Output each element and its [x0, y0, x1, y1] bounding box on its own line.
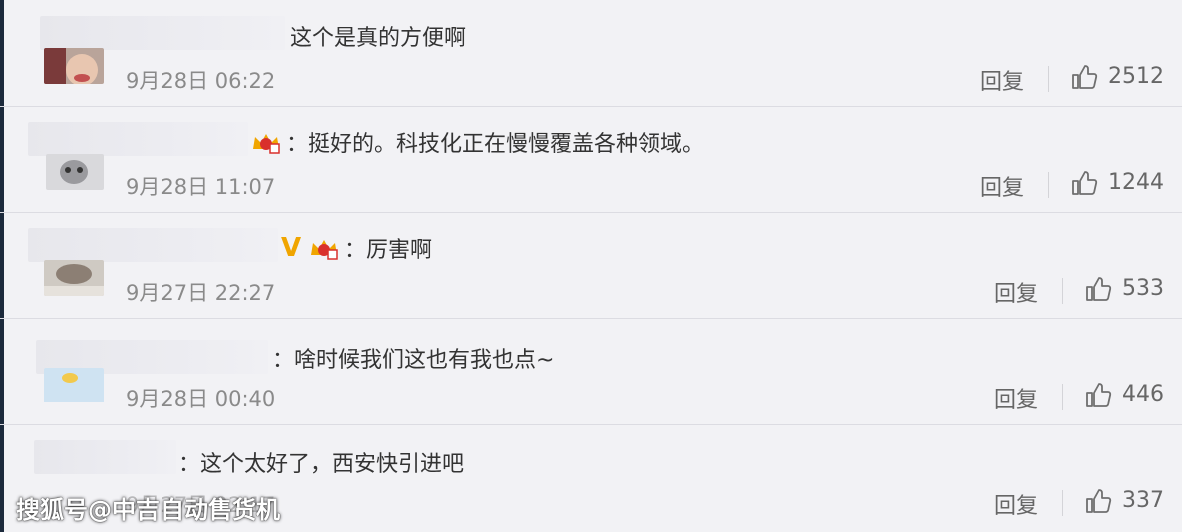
comment-item: ：挺好的。科技化正在慢慢覆盖各种领域。 9月28日 11:07 回复 1244 [0, 106, 1182, 213]
divider [1048, 66, 1049, 92]
thumbs-up-icon[interactable] [1084, 487, 1112, 515]
reply-button[interactable]: 回复 [994, 276, 1038, 308]
avatar[interactable] [44, 48, 104, 84]
comment-text-row: 这个是真的方便啊 [290, 20, 466, 52]
reply-button[interactable]: 回复 [980, 64, 1024, 96]
divider [1062, 384, 1063, 410]
comment-text: ：这个太好了，西安快引进吧 [178, 452, 465, 477]
comment-text: ：挺好的。科技化正在慢慢覆盖各种领域。 [286, 132, 705, 157]
watermark: 搜狐号@中吉自动售货机 [16, 496, 280, 524]
like-count: 1244 [1108, 170, 1164, 195]
divider [1048, 172, 1049, 198]
thumbs-up-icon[interactable] [1070, 63, 1098, 91]
like-count: 533 [1122, 276, 1164, 301]
comment-text: ：厉害啊 [344, 238, 433, 263]
comment-item: 这个是真的方便啊 9月28日 06:22 回复 2512 [0, 0, 1182, 107]
reply-button[interactable]: 回复 [980, 170, 1024, 202]
username-blurred[interactable] [28, 122, 248, 156]
comment-item: V ：厉害啊 9月27日 22:27 回复 533 [0, 212, 1182, 319]
divider [1062, 278, 1063, 304]
comment-text: 这个是真的方便啊 [290, 26, 467, 51]
verified-v-icon[interactable]: V [278, 233, 304, 263]
like-count: 2512 [1108, 64, 1164, 89]
like-count: 446 [1122, 382, 1164, 407]
divider [1062, 490, 1063, 516]
comment-date: 9月27日 22:27 [126, 281, 276, 305]
comment-list: 这个是真的方便啊 9月28日 06:22 回复 2512 ：挺好的。科技化正在慢… [0, 0, 1182, 532]
username-blurred[interactable] [28, 228, 278, 262]
comment-text-row: ：这个太好了，西安快引进吧 [178, 446, 464, 478]
comment-date: 9月28日 11:07 [126, 175, 276, 199]
thumbs-up-icon[interactable] [1084, 275, 1112, 303]
comment-text: ：啥时候我们这也有我也点~ [272, 348, 555, 373]
username-blurred[interactable] [34, 440, 176, 474]
comment-date: 9月28日 00:40 [126, 387, 276, 411]
thumbs-up-icon[interactable] [1070, 169, 1098, 197]
avatar[interactable] [46, 154, 104, 190]
comment-text-row: ：挺好的。科技化正在慢慢覆盖各种领域。 [250, 126, 704, 158]
comment-text-row: ：啥时候我们这也有我也点~ [272, 342, 554, 374]
like-count: 337 [1122, 488, 1164, 513]
reply-button[interactable]: 回复 [994, 382, 1038, 414]
avatar[interactable] [44, 368, 104, 404]
thumbs-up-icon[interactable] [1084, 381, 1112, 409]
comment-date: 9月28日 06:22 [126, 69, 276, 93]
comment-item: ：啥时候我们这也有我也点~ 9月28日 00:40 回复 446 [0, 318, 1182, 425]
comment-text-row: V ：厉害啊 [278, 232, 432, 264]
crown-badge-icon[interactable] [250, 129, 282, 155]
username-blurred[interactable] [40, 16, 285, 50]
crown-badge-icon[interactable] [308, 235, 340, 261]
avatar[interactable] [44, 260, 104, 296]
reply-button[interactable]: 回复 [994, 488, 1038, 520]
